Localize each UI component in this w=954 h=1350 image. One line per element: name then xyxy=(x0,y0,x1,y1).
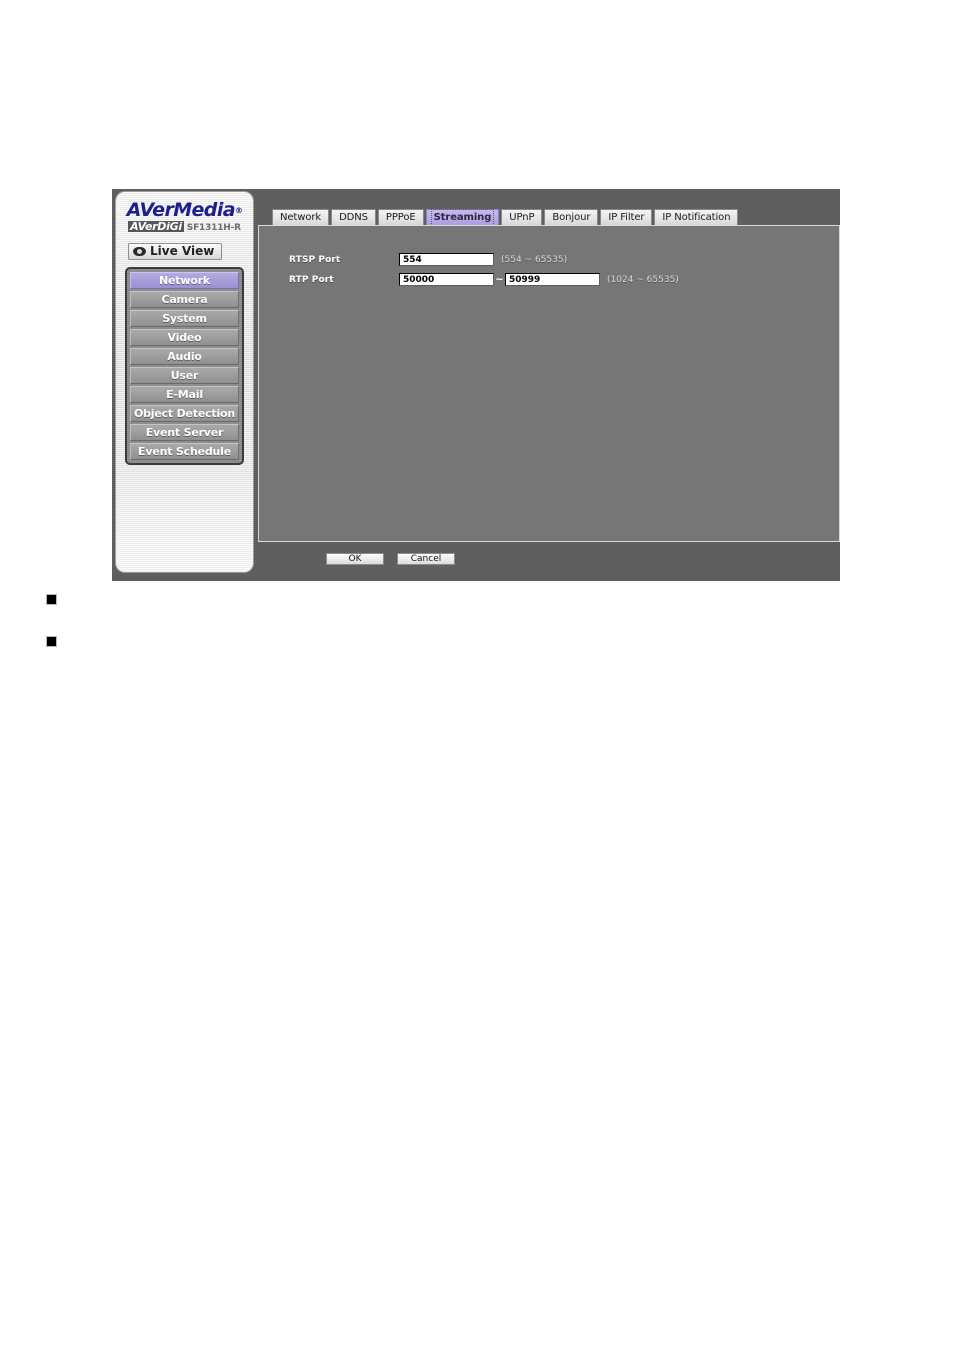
logo-avermedia-text: AVerMedia xyxy=(126,199,236,221)
logo-trademark-icon: ® xyxy=(234,206,243,215)
tab-ip-filter[interactable]: IP Filter xyxy=(600,209,653,225)
logo-avermedia: AVerMedia® xyxy=(116,201,253,220)
sidebar-item-label: System xyxy=(162,311,207,325)
rtsp-port-range-hint: (554 ~ 65535) xyxy=(501,254,568,265)
live-view-button[interactable]: Live View xyxy=(128,243,223,260)
sidebar-item-label: Video xyxy=(167,330,202,344)
tab-label: Streaming xyxy=(430,209,495,226)
sidebar-item-camera[interactable]: Camera xyxy=(130,291,239,308)
sidebar-item-label: E-Mail xyxy=(166,387,203,401)
device-web-ui-window: AVerMedia® AVerDiGi SF1311H-R Live View N… xyxy=(112,189,840,581)
cancel-button-label: Cancel xyxy=(410,554,442,564)
ok-button-label: OK xyxy=(348,554,362,564)
live-view-label: Live View xyxy=(150,244,215,258)
tab-label: IP Notification xyxy=(662,212,731,223)
sidebar-item-object-detection[interactable]: Object Detection xyxy=(130,405,239,422)
live-view-row: Live View xyxy=(116,243,253,261)
tab-pppoe[interactable]: PPPoE xyxy=(377,209,424,225)
model-number: SF1311H-R xyxy=(186,223,241,233)
sidebar-item-user[interactable]: User xyxy=(130,367,239,384)
logo-subline: AVerDiGi SF1311H-R xyxy=(116,221,253,236)
rtsp-port-label: RTSP Port xyxy=(289,254,341,265)
rtp-port-end-input[interactable]: 50999 xyxy=(505,273,600,286)
tab-ip-notification[interactable]: IP Notification xyxy=(654,209,739,225)
tab-label: UPnP xyxy=(509,212,535,223)
sidebar-item-event-schedule[interactable]: Event Schedule xyxy=(130,443,239,460)
tab-bonjour[interactable]: Bonjour xyxy=(544,209,599,225)
sidebar-item-audio[interactable]: Audio xyxy=(130,348,239,365)
sidebar-item-label: User xyxy=(170,368,199,382)
rtsp-port-row: RTSP Port 554 (554 ~ 65535) xyxy=(289,253,567,266)
tab-streaming[interactable]: Streaming xyxy=(425,209,500,226)
cancel-button[interactable]: Cancel xyxy=(397,553,455,565)
streaming-settings-panel: RTSP Port 554 (554 ~ 65535) RTP Port 500… xyxy=(258,225,840,542)
rtp-port-start-input[interactable]: 50000 xyxy=(399,273,494,286)
sidebar-item-label: Object Detection xyxy=(133,406,236,420)
rtp-port-row: RTP Port 50000 ~ 50999 (1024 ~ 65535) xyxy=(289,273,679,286)
tab-strip: Network DDNS PPPoE Streaming UPnP Bonjou… xyxy=(272,209,739,226)
sidebar-item-label: Event Server xyxy=(145,425,224,439)
sidebar-item-video[interactable]: Video xyxy=(130,329,239,346)
tab-label: DDNS xyxy=(339,212,368,223)
sidebar-item-label: Camera xyxy=(161,292,208,306)
document-bullet-marker xyxy=(47,637,56,646)
logo-averdigi: AVerDiGi xyxy=(128,220,184,233)
document-bullet-marker xyxy=(47,595,56,604)
tab-upnp[interactable]: UPnP xyxy=(501,209,543,225)
sidebar-item-system[interactable]: System xyxy=(130,310,239,327)
sidebar-nav-list: Network Camera System Video Audio User E… xyxy=(125,267,244,465)
brand-logo: AVerMedia® AVerDiGi SF1311H-R xyxy=(116,201,253,236)
sidebar-item-email[interactable]: E-Mail xyxy=(130,386,239,403)
sidebar-item-event-server[interactable]: Event Server xyxy=(130,424,239,441)
sidebar-item-label: Event Schedule xyxy=(138,444,231,458)
tab-ddns[interactable]: DDNS xyxy=(331,209,376,225)
rtp-port-label: RTP Port xyxy=(289,274,334,285)
rtp-port-range-separator: ~ xyxy=(495,273,504,285)
sidebar-item-label: Audio xyxy=(167,349,202,363)
content-area: Network DDNS PPPoE Streaming UPnP Bonjou… xyxy=(258,189,840,581)
tab-label: Bonjour xyxy=(552,212,591,223)
tab-label: IP Filter xyxy=(608,212,645,223)
tab-label: Network xyxy=(280,212,322,223)
sidebar: AVerMedia® AVerDiGi SF1311H-R Live View N… xyxy=(116,192,253,572)
sidebar-item-network[interactable]: Network xyxy=(130,272,239,289)
rtsp-port-input[interactable]: 554 xyxy=(399,253,494,266)
tab-network[interactable]: Network xyxy=(272,209,330,225)
ok-button[interactable]: OK xyxy=(326,553,384,565)
sidebar-item-label: Network xyxy=(159,273,210,287)
rtp-port-range-hint: (1024 ~ 65535) xyxy=(607,274,679,285)
tab-label: PPPoE xyxy=(385,212,416,223)
action-bar: OK Cancel xyxy=(326,553,455,565)
eye-icon xyxy=(133,247,146,256)
